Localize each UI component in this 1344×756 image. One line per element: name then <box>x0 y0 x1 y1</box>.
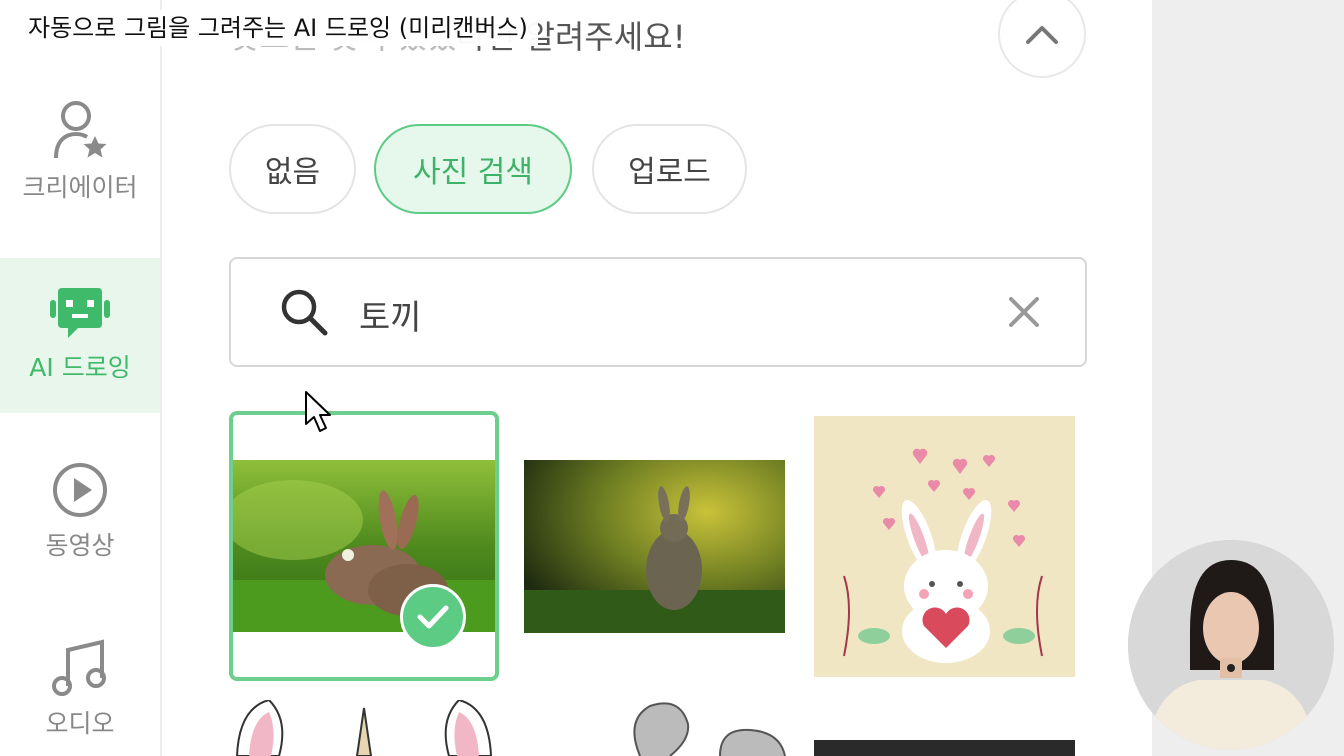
result-image-3[interactable] <box>814 416 1075 677</box>
collapse-button[interactable] <box>998 0 1086 78</box>
sidebar-item-video[interactable]: 동영상 <box>0 460 160 580</box>
search-icon <box>281 289 328 336</box>
chevron-up-icon <box>1026 26 1058 44</box>
play-icon <box>53 463 107 517</box>
checkmark-icon <box>417 605 449 629</box>
sidebar-item-creator[interactable]: 크리에이터 <box>0 96 160 226</box>
music-note-icon <box>52 639 106 696</box>
sidebar: 크리에이터 AI 드로잉 동영상 오디오 <box>0 0 162 756</box>
option-photo-search[interactable]: 사진 검색 <box>374 124 572 214</box>
option-upload[interactable]: 업로드 <box>592 124 747 214</box>
sidebar-item-label: 크리에이터 <box>22 173 138 202</box>
result-image-4[interactable] <box>229 700 499 756</box>
sidebar-item-audio[interactable]: 오디오 <box>0 636 160 756</box>
result-image-5[interactable] <box>600 700 790 756</box>
clear-search-icon[interactable] <box>1005 293 1043 331</box>
sidebar-item-label: AI 드로잉 <box>29 353 131 382</box>
mouse-cursor-icon <box>305 391 331 432</box>
robot-icon <box>50 288 110 338</box>
search-box <box>229 257 1087 367</box>
search-input[interactable] <box>359 289 959 339</box>
sidebar-item-label: 동영상 <box>45 531 115 560</box>
sidebar-item-ai-drawing[interactable]: AI 드로잉 <box>0 258 160 413</box>
webcam-overlay <box>1128 540 1334 750</box>
selected-check-badge <box>400 584 466 650</box>
result-image-2[interactable] <box>524 460 785 633</box>
option-none[interactable]: 없음 <box>229 124 356 214</box>
creator-icon <box>54 101 107 159</box>
result-image-6[interactable] <box>814 740 1075 756</box>
sidebar-item-label: 오디오 <box>45 709 115 738</box>
video-caption: 자동으로 그림을 그려주는 AI 드로잉 (미리캔버스) <box>18 10 538 46</box>
